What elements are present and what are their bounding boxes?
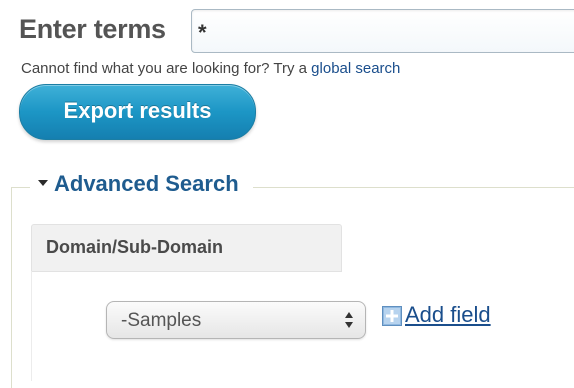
export-results-button[interactable]: Export results	[19, 84, 256, 140]
domain-select[interactable]: -Samples	[106, 301, 366, 339]
add-field-button[interactable]: Add field	[382, 302, 491, 328]
domain-select-value: -Samples	[121, 310, 202, 331]
disclosure-triangle-icon	[38, 180, 48, 187]
search-hint: Cannot find what you are looking for? Tr…	[21, 60, 400, 77]
advanced-search-toggle[interactable]: Advanced Search	[30, 171, 253, 197]
tab-domain-subdomain[interactable]: Domain/Sub-Domain	[31, 224, 342, 272]
search-input[interactable]	[191, 9, 574, 53]
add-field-link[interactable]: Add field	[405, 302, 491, 327]
search-label: Enter terms	[19, 14, 166, 44]
hint-text: Cannot find what you are looking for? Tr…	[21, 60, 312, 77]
advanced-search-title: Advanced Search	[54, 171, 239, 196]
select-arrows-icon	[345, 311, 353, 329]
add-field-icon	[382, 305, 402, 326]
global-search-link[interactable]: global search	[311, 60, 400, 77]
